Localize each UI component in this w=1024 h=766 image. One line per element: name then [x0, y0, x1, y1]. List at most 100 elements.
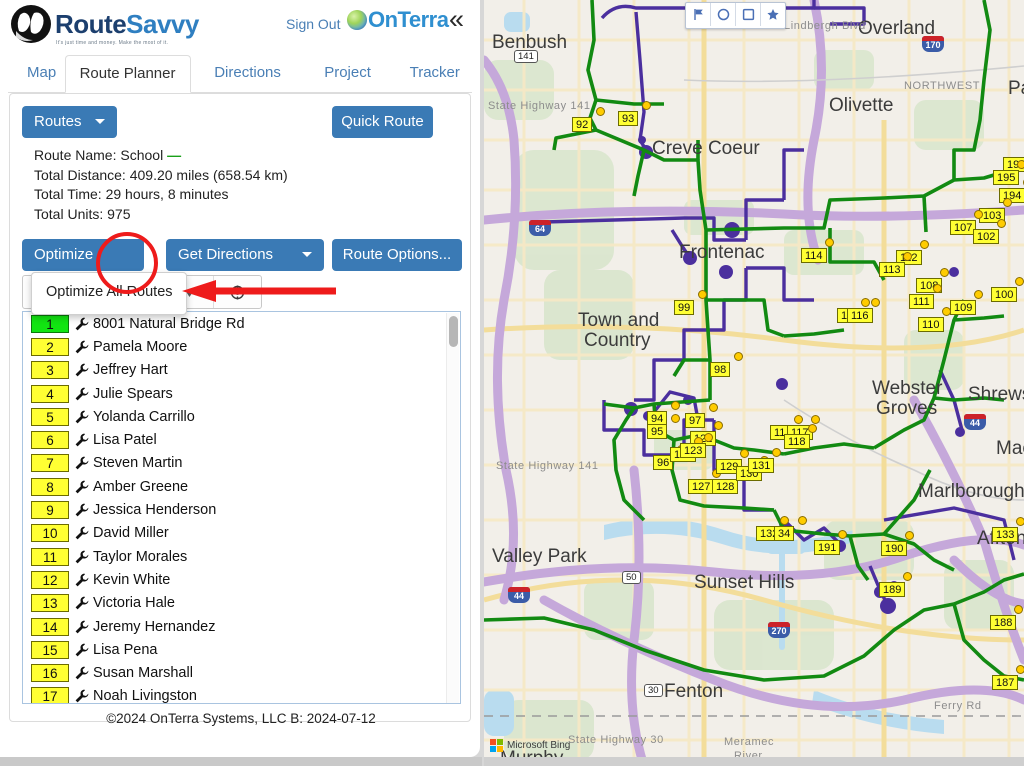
map-stop-dot[interactable]	[1017, 160, 1024, 169]
map-stop-marker[interactable]: 110	[918, 317, 944, 332]
map-stop-marker[interactable]: 190	[881, 541, 908, 556]
wrench-icon[interactable]	[74, 387, 90, 401]
onterra-logo[interactable]: OnTerra	[347, 9, 449, 31]
wrench-icon[interactable]	[74, 643, 90, 657]
stop-row[interactable]: 5 Yolanda Carrillo	[23, 405, 460, 428]
tab-map[interactable]: Map	[12, 54, 71, 92]
map-stop-marker[interactable]: 100	[991, 287, 1018, 302]
stop-row[interactable]: 1 8001 Natural Bridge Rd	[23, 312, 460, 335]
stop-row[interactable]: 14 Jeremy Hernandez	[23, 615, 460, 638]
wrench-icon[interactable]	[74, 456, 90, 470]
map-stop-dot[interactable]	[997, 219, 1006, 228]
map-stop-dot[interactable]	[642, 101, 651, 110]
routes-dropdown-button[interactable]: Routes	[22, 106, 117, 138]
wrench-icon[interactable]	[74, 526, 90, 540]
map-stop-marker[interactable]: 127	[688, 479, 715, 494]
wrench-icon[interactable]	[74, 363, 90, 377]
map-stop-marker[interactable]: 92	[572, 117, 593, 132]
map-stop-dot[interactable]	[704, 433, 713, 442]
map-stop-dot[interactable]	[596, 107, 605, 116]
map-stop-dot[interactable]	[671, 414, 680, 423]
map-stop-marker[interactable]: 187	[992, 675, 1019, 690]
map-stop-dot[interactable]	[838, 530, 847, 539]
map-stop-dot[interactable]	[861, 298, 870, 307]
map-stop-dot[interactable]	[903, 572, 912, 581]
map-stop-dot[interactable]	[1003, 198, 1012, 207]
stop-row[interactable]: 13 Victoria Hale	[23, 592, 460, 615]
map-stop-dot[interactable]	[811, 415, 820, 424]
wrench-icon[interactable]	[74, 480, 90, 494]
menu-item-optimize-all-routes[interactable]: Optimize All Routes	[32, 273, 186, 300]
wrench-icon[interactable]	[74, 550, 90, 564]
quick-route-button[interactable]: Quick Route	[332, 106, 433, 138]
map-stop-marker[interactable]: 114	[801, 248, 827, 263]
map-stop-dot[interactable]	[974, 290, 983, 299]
map-stop-dot[interactable]	[933, 284, 942, 293]
map-stop-marker[interactable]: 99	[674, 300, 695, 315]
square-icon[interactable]	[736, 3, 761, 26]
map-stop-marker[interactable]: 102	[973, 229, 1000, 244]
tab-project[interactable]: Project	[309, 54, 386, 92]
toolbar-locate-button[interactable]	[214, 276, 261, 308]
map-canvas[interactable]	[484, 0, 1024, 766]
stop-row[interactable]: 9 Jessica Henderson	[23, 498, 460, 521]
map-stop-dot[interactable]	[1015, 277, 1024, 286]
map-stop-dot[interactable]	[903, 252, 912, 261]
map-stop-marker[interactable]: 116	[847, 308, 873, 323]
map-stop-marker[interactable]: 111	[909, 294, 934, 309]
map-stop-marker[interactable]: 113	[879, 262, 905, 277]
map-stop-dot[interactable]	[871, 298, 880, 307]
stop-row[interactable]: 12 Kevin White	[23, 568, 460, 591]
stop-row[interactable]: 16 Susan Marshall	[23, 661, 460, 684]
stop-list-scroll-thumb[interactable]	[449, 316, 458, 347]
stop-row[interactable]: 15 Lisa Pena	[23, 638, 460, 661]
map-stop-dot[interactable]	[780, 516, 789, 525]
wrench-icon[interactable]	[74, 340, 90, 354]
wrench-icon[interactable]	[74, 410, 90, 424]
map-panel[interactable]: Benbush Creve Coeur Overland Olivette NORTHW…	[484, 0, 1024, 766]
map-stop-dot[interactable]	[671, 401, 680, 410]
wrench-icon[interactable]	[74, 317, 90, 331]
tab-directions[interactable]: Directions	[199, 54, 296, 92]
stop-row[interactable]: 17 Noah Livingston	[23, 685, 460, 703]
map-stop-dot[interactable]	[714, 421, 723, 430]
map-stop-dot[interactable]	[798, 516, 807, 525]
map-stop-dot[interactable]	[740, 449, 749, 458]
map-stop-marker[interactable]: 118	[784, 434, 810, 449]
wrench-icon[interactable]	[74, 433, 90, 447]
map-stop-dot[interactable]	[772, 448, 781, 457]
wrench-icon[interactable]	[74, 666, 90, 680]
flag-icon[interactable]	[686, 3, 711, 26]
map-stop-marker[interactable]: 123	[680, 443, 707, 458]
wrench-icon[interactable]	[74, 573, 90, 587]
map-stop-dot[interactable]	[808, 424, 817, 433]
map-stop-marker[interactable]: 109	[950, 300, 977, 315]
wrench-icon[interactable]	[74, 596, 90, 610]
collapse-panel-icon[interactable]: «	[449, 6, 464, 33]
circle-icon[interactable]	[711, 3, 736, 26]
wrench-icon[interactable]	[74, 503, 90, 517]
map-stop-marker[interactable]: 95	[647, 424, 668, 439]
map-stop-dot[interactable]	[1014, 605, 1023, 614]
map-stop-dot[interactable]	[974, 210, 983, 219]
optimize-button[interactable]: Optimize	[22, 239, 110, 271]
stop-row[interactable]: 2 Pamela Moore	[23, 335, 460, 358]
stop-list-scrollbar[interactable]	[446, 313, 459, 703]
map-stop-dot[interactable]	[942, 307, 951, 316]
stop-row[interactable]: 10 David Miller	[23, 522, 460, 545]
stop-list-container[interactable]: 1 8001 Natural Bridge Rd 2 Pamela Moore 3 Jef…	[22, 311, 461, 704]
star-icon[interactable]	[761, 3, 785, 26]
map-stop-marker[interactable]: 189	[879, 582, 906, 597]
stop-row[interactable]: 7 Steven Martin	[23, 452, 460, 475]
wrench-icon[interactable]	[74, 689, 90, 703]
map-stop-marker[interactable]: 98	[710, 362, 731, 377]
stop-row[interactable]: 4 Julie Spears	[23, 382, 460, 405]
map-stop-marker[interactable]: 195	[993, 170, 1020, 185]
map-stop-dot[interactable]	[940, 268, 949, 277]
map-stop-marker[interactable]: 34	[774, 526, 795, 541]
map-stop-dot[interactable]	[734, 352, 743, 361]
sign-out-link[interactable]: Sign Out	[286, 16, 340, 32]
map-stop-marker[interactable]: 97	[685, 413, 706, 428]
map-stop-marker[interactable]: 133	[992, 527, 1019, 542]
wrench-icon[interactable]	[74, 620, 90, 634]
